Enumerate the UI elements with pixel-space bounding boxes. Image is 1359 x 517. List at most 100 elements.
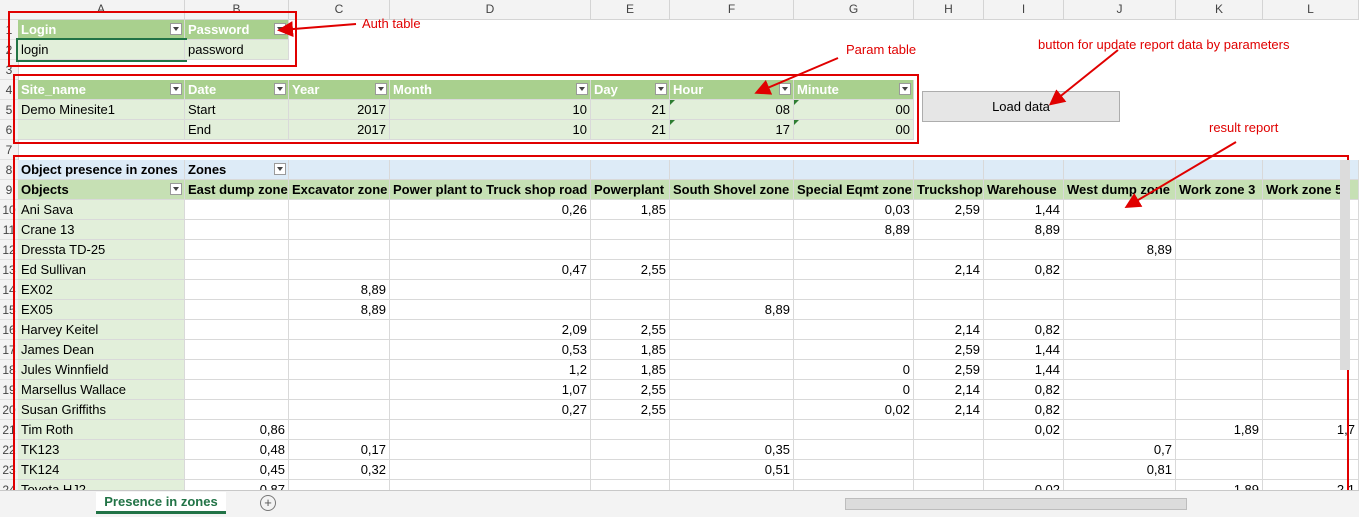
presence-value[interactable] [390,420,591,440]
report-header-blank[interactable] [794,160,914,180]
row-header-15[interactable]: 15 [0,300,18,320]
row-header-22[interactable]: 22 [0,440,18,460]
presence-value[interactable] [591,480,670,490]
param-start-2[interactable]: 2017 [289,100,390,120]
presence-value[interactable]: 0,82 [984,380,1064,400]
row-header-5[interactable]: 5 [0,100,18,120]
report-objects-label[interactable]: Objects [18,180,185,200]
filter-dropdown-icon[interactable] [655,83,667,95]
presence-value[interactable] [1263,440,1359,460]
presence-value[interactable] [794,420,914,440]
presence-value[interactable] [289,260,390,280]
presence-value[interactable] [670,360,794,380]
presence-value[interactable] [794,240,914,260]
column-header-e[interactable]: E [591,0,670,19]
presence-value[interactable]: 1,7 [1263,420,1359,440]
presence-value[interactable] [390,440,591,460]
presence-value[interactable] [670,280,794,300]
presence-value[interactable] [185,380,289,400]
presence-value[interactable] [289,480,390,490]
auth-value-0[interactable]: login [16,38,187,62]
presence-value[interactable] [185,320,289,340]
presence-value[interactable] [390,220,591,240]
column-header-f[interactable]: F [670,0,794,19]
filter-dropdown-icon[interactable] [170,83,182,95]
row-header-4[interactable]: 4 [0,80,18,100]
row-header-18[interactable]: 18 [0,360,18,380]
presence-value[interactable]: 1,07 [390,380,591,400]
column-header-j[interactable]: J [1064,0,1176,19]
report-zones-label[interactable]: Zones [185,160,289,180]
presence-value[interactable]: 0,45 [185,460,289,480]
presence-value[interactable] [670,480,794,490]
presence-value[interactable] [1064,280,1176,300]
presence-value[interactable] [1064,400,1176,420]
report-title[interactable]: Object presence in zones [18,160,185,180]
presence-value[interactable]: 0,02 [984,420,1064,440]
presence-value[interactable] [185,220,289,240]
auth-header-0[interactable]: Login [18,20,185,40]
presence-value[interactable] [1064,300,1176,320]
row-header-3[interactable]: 3 [0,60,18,80]
zone-header-9[interactable]: Work zone 3 [1176,180,1263,200]
column-header-h[interactable]: H [914,0,984,19]
param-header-4[interactable]: Day [591,80,670,100]
presence-value[interactable]: 2,59 [914,200,984,220]
presence-value[interactable]: 2,55 [591,320,670,340]
presence-value[interactable]: 0 [794,360,914,380]
presence-value[interactable] [914,300,984,320]
presence-value[interactable] [670,380,794,400]
param-end-2[interactable]: 2017 [289,120,390,140]
row-header-24[interactable]: 24 [0,480,18,490]
auth-value-1[interactable]: password [185,40,289,60]
presence-value[interactable] [670,400,794,420]
presence-value[interactable] [185,340,289,360]
report-header-blank[interactable] [289,160,390,180]
presence-value[interactable] [1064,380,1176,400]
row-header-21[interactable]: 21 [0,420,18,440]
presence-value[interactable] [1176,240,1263,260]
presence-value[interactable]: 0,81 [1064,460,1176,480]
column-header-i[interactable]: I [984,0,1064,19]
presence-value[interactable] [670,200,794,220]
presence-value[interactable] [390,300,591,320]
object-name[interactable]: Marsellus Wallace [18,380,185,400]
presence-value[interactable] [185,280,289,300]
param-start-6[interactable]: 00 [794,100,914,120]
column-header-g[interactable]: G [794,0,914,19]
presence-value[interactable]: 1,44 [984,200,1064,220]
presence-value[interactable] [185,200,289,220]
presence-value[interactable]: 1,85 [591,200,670,220]
filter-dropdown-icon[interactable] [899,83,911,95]
filter-dropdown-icon[interactable] [274,23,286,35]
presence-value[interactable] [670,420,794,440]
presence-value[interactable] [670,220,794,240]
presence-value[interactable] [289,340,390,360]
param-end-3[interactable]: 10 [390,120,591,140]
presence-value[interactable] [591,280,670,300]
param-start-1[interactable]: Start [185,100,289,120]
presence-value[interactable]: 0,51 [670,460,794,480]
column-header-l[interactable]: L [1263,0,1359,19]
presence-value[interactable]: 0,87 [185,480,289,490]
presence-value[interactable] [390,240,591,260]
object-name[interactable]: Toyota HJ2 [18,480,185,490]
object-name[interactable]: Crane 13 [18,220,185,240]
object-name[interactable]: EX02 [18,280,185,300]
presence-value[interactable] [984,280,1064,300]
presence-value[interactable] [914,460,984,480]
row-header-8[interactable]: 8 [0,160,18,180]
presence-value[interactable]: 2,14 [914,260,984,280]
presence-value[interactable] [185,240,289,260]
object-name[interactable]: James Dean [18,340,185,360]
column-header-b[interactable]: B [185,0,289,19]
presence-value[interactable] [289,420,390,440]
report-header-blank[interactable] [984,160,1064,180]
presence-value[interactable] [1176,280,1263,300]
presence-value[interactable] [914,240,984,260]
presence-value[interactable]: 2,59 [914,340,984,360]
row-header-10[interactable]: 10 [0,200,18,220]
object-name[interactable]: TK123 [18,440,185,460]
row-header-14[interactable]: 14 [0,280,18,300]
presence-value[interactable] [289,360,390,380]
